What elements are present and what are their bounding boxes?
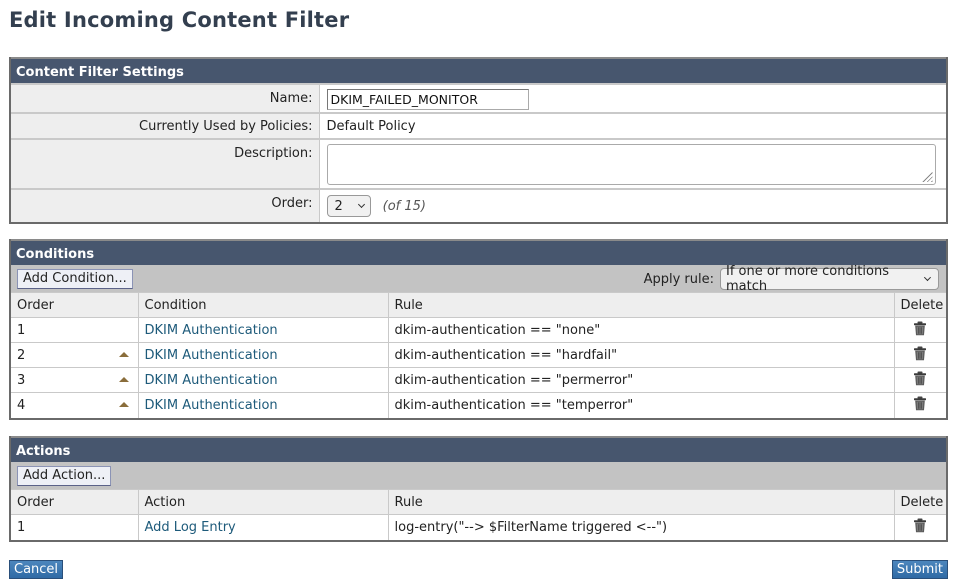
table-row: 1 DKIM Authentication dkim-authentication … [11,317,946,343]
condition-link[interactable]: DKIM Authentication [145,373,278,388]
conditions-header: Conditions [11,239,946,265]
row-rule: dkim-authentication == "temperror" [388,392,895,418]
page-title: Edit Incoming Content Filter [9,8,350,32]
trash-icon[interactable] [913,371,927,390]
column-header-order: Order [11,489,139,515]
row-order: 1 [17,322,26,338]
row-rule: dkim-authentication == "none" [388,317,895,343]
column-header-action: Action [138,489,389,515]
column-header-delete: Delete [894,292,946,318]
actions-panel: Actions Add Action... Order Action Rule … [9,436,948,542]
actions-header: Actions [11,436,946,462]
table-row: 3 DKIM Authentication dkim-authentication … [11,367,946,393]
condition-link[interactable]: DKIM Authentication [145,398,278,413]
content-filter-settings-panel: Content Filter Settings Name: Currently … [9,57,948,224]
row-order: 3 [17,372,26,388]
conditions-table: Order Condition Rule Delete 1 DKIM Authen… [11,292,946,418]
column-header-condition: Condition [138,292,389,318]
conditions-toolbar: Add Condition... Apply rule: If one or m… [11,264,946,294]
settings-header: Content Filter Settings [11,57,946,83]
move-up-icon[interactable] [118,352,129,357]
table-row: 1 Add Log Entry log-entry("--> $FilterName… [11,514,946,540]
row-rule: log-entry("--> $FilterName triggered <--… [388,514,895,540]
policies-label: Currently Used by Policies: [11,112,320,139]
order-total: (of 15) [382,198,426,214]
add-condition-button[interactable]: Add Condition... [17,269,133,289]
move-up-icon[interactable] [118,402,129,407]
description-textarea[interactable] [326,144,936,185]
column-header-order: Order [11,292,139,318]
order-select[interactable]: 2 [326,195,371,217]
apply-rule-select[interactable]: If one or more conditions match [720,264,939,294]
condition-link[interactable]: DKIM Authentication [145,348,278,363]
apply-rule-label: Apply rule: [643,271,714,287]
apply-rule: Apply rule: If one or more conditions ma… [643,264,939,294]
name-input[interactable] [326,89,529,110]
column-header-rule: Rule [388,292,895,318]
description-label: Description: [11,138,320,189]
row-order: 2 [17,347,26,363]
move-up-icon[interactable] [118,377,129,382]
table-row: 2 DKIM Authentication dkim-authentication … [11,342,946,368]
table-row: 4 DKIM Authentication dkim-authentication … [11,392,946,418]
order-select-value: 2 [334,198,343,214]
add-action-button[interactable]: Add Action... [17,466,112,486]
trash-icon[interactable] [913,518,927,537]
row-rule: dkim-authentication == "permerror" [388,367,895,393]
cancel-button[interactable]: Cancel [9,560,64,579]
trash-icon[interactable] [913,321,927,340]
chevron-down-icon [357,200,365,209]
actions-toolbar: Add Action... [11,462,946,489]
condition-link[interactable]: DKIM Authentication [145,323,278,338]
row-order: 4 [17,397,26,413]
action-link[interactable]: Add Log Entry [145,520,236,535]
column-header-delete: Delete [894,489,946,515]
apply-rule-value: If one or more conditions match [726,264,889,294]
policies-value: Default Policy [319,112,946,139]
trash-icon[interactable] [913,396,927,415]
row-rule: dkim-authentication == "hardfail" [388,342,895,368]
column-header-rule: Rule [388,489,895,515]
resize-grip-icon[interactable] [921,171,933,182]
row-order: 1 [17,519,26,535]
trash-icon[interactable] [913,346,927,365]
submit-button[interactable]: Submit [891,560,948,579]
order-label: Order: [11,188,320,222]
actions-table: Order Action Rule Delete 1 Add Log Entry l… [11,489,946,540]
name-label: Name: [11,83,320,113]
conditions-panel: Conditions Add Condition... Apply rule: … [9,239,948,420]
